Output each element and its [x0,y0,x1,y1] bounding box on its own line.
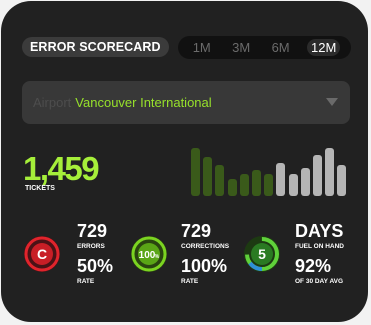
corrections-rate-value: 100% [181,256,228,276]
scorecard-card: ERROR SCORECARD 1M 3M 6M 12M Airport Van… [1,1,368,322]
errors-value: 729 [77,221,108,241]
chart-bar [276,163,286,196]
fuel-on-hand-label: FUEL ON HAND [295,243,344,250]
corrections-label: CORRECTIONS [181,243,230,250]
airport-value: Vancouver International [75,95,212,110]
percent-icon-suffix: % [155,254,160,260]
fuel-percent-label: OF 30 DAY AVG [295,278,344,285]
chart-bar [203,157,213,196]
chart-bar [252,170,261,196]
tab-12m[interactable]: 12M [307,39,341,56]
tab-1m[interactable]: 1M [189,39,215,56]
percent-icon-number: 100 [139,250,156,261]
chart-bar [264,174,274,196]
tickets-bar-chart [191,148,351,196]
corrections-rate-label: RATE [181,278,199,285]
errors-rate-label: RATE [77,278,95,285]
airport-select[interactable]: Airport Vancouver International [22,81,350,124]
tickets-count: 1,459 [23,150,100,187]
scorecard-title: ERROR SCORECARD [22,37,169,57]
tab-3m[interactable]: 3M [228,39,254,56]
errors-rate-value: 50% [77,256,114,276]
airport-label: Airport [33,95,72,110]
percent-badge-icon: 100 % [131,236,167,272]
chart-bar [227,179,237,196]
corrections-value: 729 [181,221,212,241]
chart-bar [325,148,335,196]
chart-bar [300,168,310,196]
error-c-icon: C [24,236,60,272]
chart-bar [313,155,322,196]
chart-bar [215,165,225,196]
chart-bar [191,148,200,196]
tickets-label: TICKETS [25,185,55,192]
chart-bar [337,165,347,196]
tab-6m[interactable]: 6M [268,39,294,56]
chart-bar [239,174,249,196]
fuel-icon-number: 5 [258,246,266,262]
chart-bar [288,174,298,196]
fuel-unit-label: DAYS [295,221,344,241]
errors-label: ERRORS [77,243,105,250]
error-icon-letter: C [37,246,47,262]
caret-down-icon [326,98,338,106]
fuel-days-gauge-icon: 5 [244,236,280,272]
fuel-percent-value: 92% [295,256,332,276]
range-tabs: 1M 3M 6M 12M [178,36,351,59]
